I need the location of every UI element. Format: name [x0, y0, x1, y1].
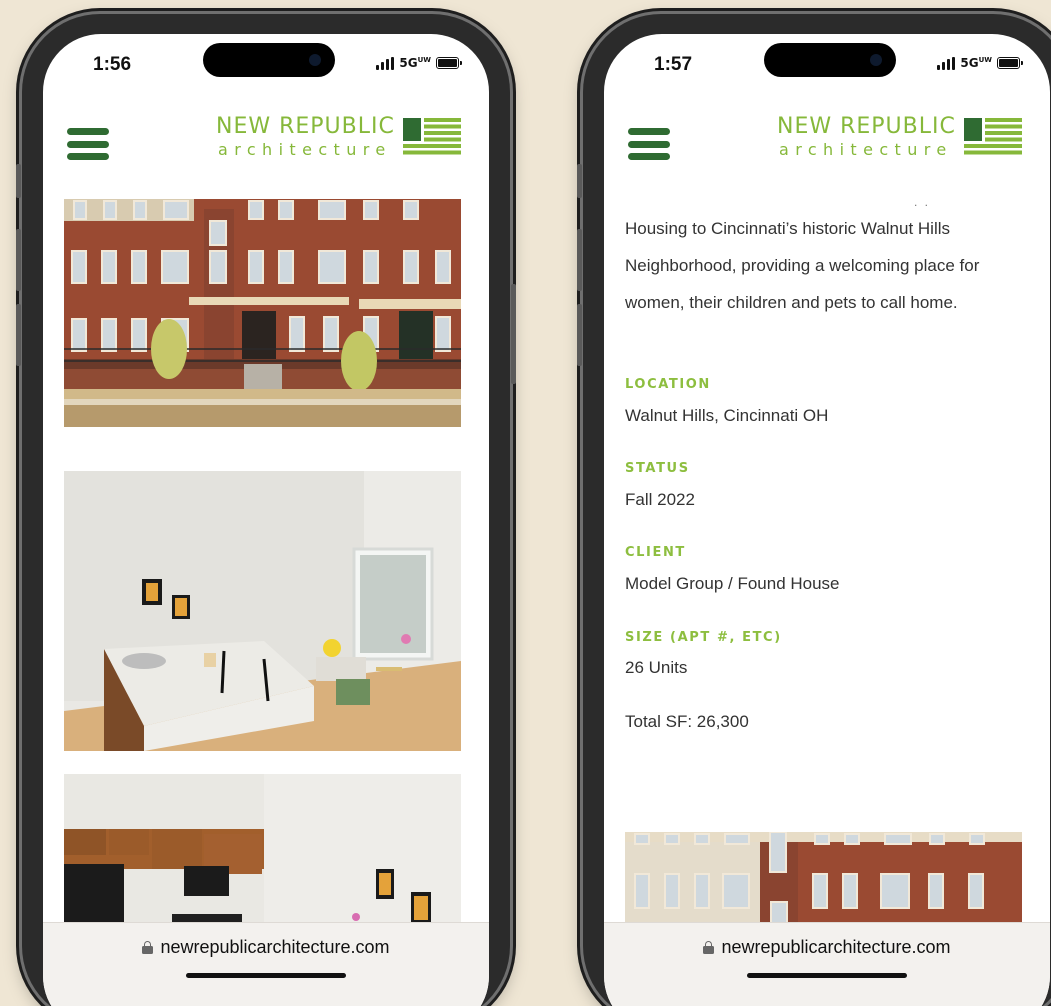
- lock-icon: [142, 941, 154, 954]
- status-value: Fall 2022: [625, 490, 695, 509]
- dynamic-island: [203, 43, 335, 77]
- home-indicator[interactable]: [747, 973, 907, 978]
- volume-up-button: [577, 229, 582, 291]
- signal-icon: [376, 56, 395, 70]
- dynamic-island: [764, 43, 896, 77]
- status-indicators: 5GUW: [937, 56, 1023, 70]
- url-label: newrepublicarchitecture.com: [160, 937, 390, 957]
- phone-left: 1:56 5GUW NEW REPUBLIC architecture newr…: [16, 14, 516, 1006]
- power-button: [511, 284, 516, 384]
- volume-up-button: [16, 229, 21, 291]
- site-header: NEW REPUBLIC architecture: [43, 94, 489, 199]
- location-label: LOCATION: [625, 377, 711, 392]
- battery-icon: [997, 57, 1023, 69]
- battery-icon: [436, 57, 462, 69]
- screen: 1:56 5GUW NEW REPUBLIC architecture newr…: [43, 34, 489, 1006]
- brand-logo[interactable]: NEW REPUBLIC architecture: [216, 114, 461, 160]
- status-indicators: 5GUW: [376, 56, 462, 70]
- logo-name-top: NEW REPUBLIC: [777, 114, 956, 139]
- menu-icon[interactable]: [67, 128, 109, 160]
- description-line: Housing to Cincinnati’s historic Walnut …: [625, 219, 951, 238]
- total-sf-value: Total SF: 26,300: [625, 712, 749, 731]
- striped-flag-icon: [964, 118, 1022, 155]
- status-label: STATUS: [625, 461, 690, 476]
- browser-url-bar[interactable]: newrepublicarchitecture.com: [43, 922, 489, 1006]
- logo-name-bottom: architecture: [218, 140, 392, 159]
- description-line: women, their children and pets to call h…: [625, 293, 958, 312]
- url-display[interactable]: newrepublicarchitecture.com: [604, 937, 1050, 958]
- status-bar: 1:56 5GUW: [43, 34, 489, 94]
- url-display[interactable]: newrepublicarchitecture.com: [43, 937, 489, 958]
- location-value: Walnut Hills, Cincinnati OH: [625, 406, 829, 425]
- size-value: 26 Units: [625, 658, 688, 677]
- site-header: NEW REPUBLIC architecture: [604, 94, 1050, 199]
- project-photo-living-area[interactable]: [64, 471, 461, 751]
- description-line: Neighborhood, providing a welcoming plac…: [625, 256, 980, 275]
- home-indicator[interactable]: [186, 973, 346, 978]
- screen: 1:57 5GUW NEW REPUBLIC architecture . . …: [604, 34, 1050, 1006]
- size-label: SIZE (APT #, ETC): [625, 630, 782, 645]
- action-button: [577, 164, 582, 198]
- logo-name-bottom: architecture: [779, 140, 953, 159]
- page-content: [43, 199, 489, 1006]
- volume-down-button: [577, 304, 582, 366]
- network-label: 5GUW: [960, 56, 992, 70]
- logo-name-top: NEW REPUBLIC: [216, 114, 395, 139]
- signal-icon: [937, 56, 956, 70]
- network-label: 5GUW: [399, 56, 431, 70]
- browser-url-bar[interactable]: newrepublicarchitecture.com: [604, 922, 1050, 1006]
- status-bar: 1:57 5GUW: [604, 34, 1050, 94]
- phone-right: 1:57 5GUW NEW REPUBLIC architecture . . …: [577, 14, 1051, 1006]
- striped-flag-icon: [403, 118, 461, 155]
- status-time: 1:56: [93, 54, 132, 75]
- client-label: CLIENT: [625, 545, 686, 560]
- client-value: Model Group / Found House: [625, 574, 840, 593]
- project-photo-exterior[interactable]: [64, 199, 461, 427]
- brand-logo[interactable]: NEW REPUBLIC architecture: [777, 114, 1022, 160]
- page-content: . . Housing to Cincinnati’s historic Wal…: [604, 195, 1050, 1006]
- status-time: 1:57: [654, 54, 693, 75]
- volume-down-button: [16, 304, 21, 366]
- action-button: [16, 164, 21, 198]
- menu-icon[interactable]: [628, 128, 670, 160]
- lock-icon: [703, 941, 715, 954]
- url-label: newrepublicarchitecture.com: [721, 937, 951, 957]
